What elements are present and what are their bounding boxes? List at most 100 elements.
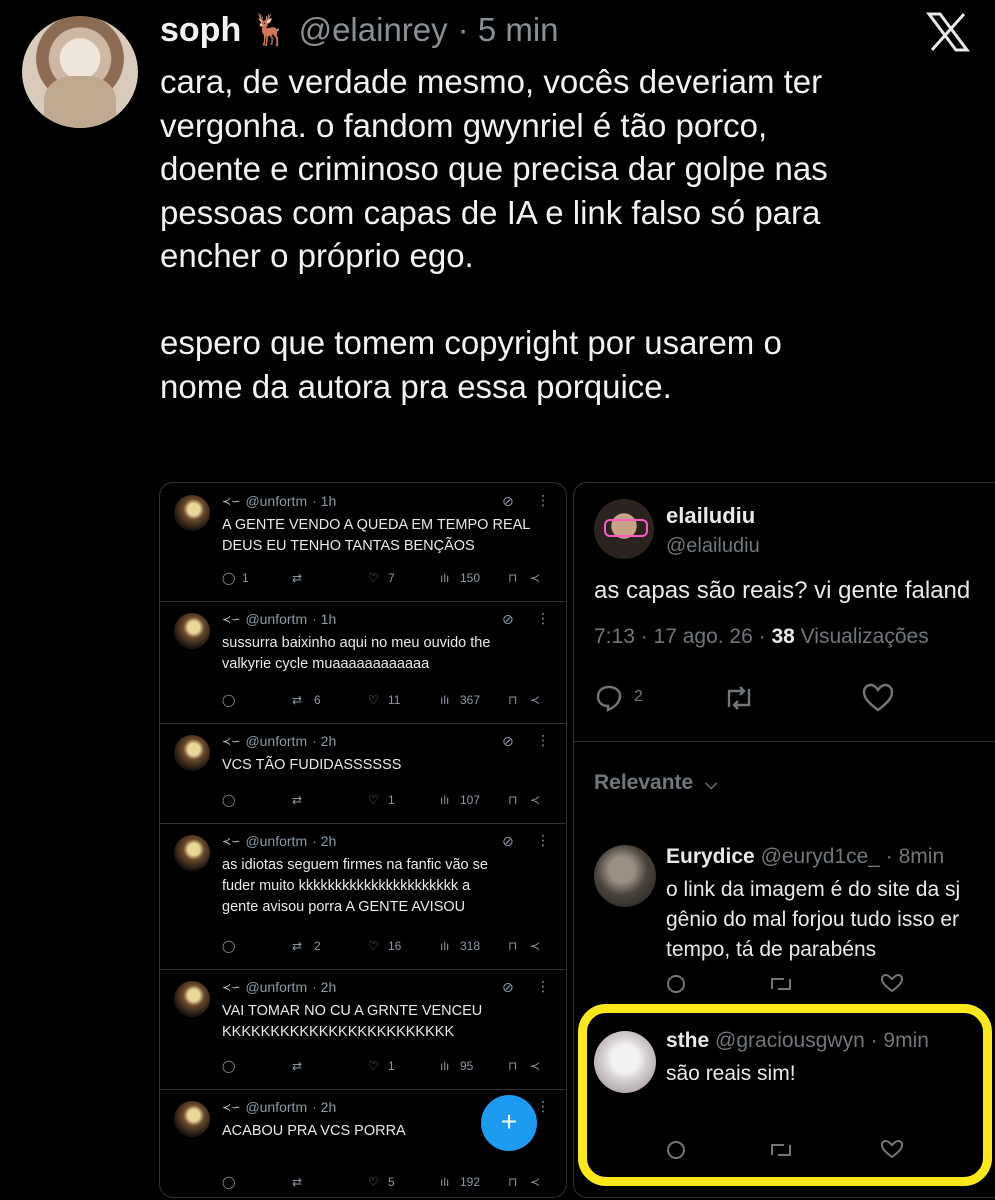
grok-icon[interactable]: ⊘ [502,979,514,996]
more-icon[interactable]: ⋮ [536,492,550,509]
elailudiu-avatar[interactable] [594,499,654,559]
like-icon[interactable]: ♡ [368,793,379,807]
repost-icon[interactable]: ⇄ [292,1175,302,1189]
grok-icon[interactable]: ⊘ [502,833,514,850]
reply-item[interactable]: Eurydice @euryd1ce_ · 8min o link da ima… [574,839,995,999]
bookmark-icon[interactable]: ⊓ [508,693,517,707]
post-actions: 2 [594,683,994,717]
like-icon[interactable]: ♡ [368,693,379,707]
reply-icon[interactable]: ◯ [222,1175,235,1189]
post-author-handle[interactable]: @elailudiu [666,535,760,558]
views-count: 318 [460,939,481,953]
like-icon[interactable]: ♡ [368,571,379,585]
like-icon[interactable]: ♡ [368,939,379,953]
unfortm-avatar[interactable] [174,981,210,1017]
repost-icon[interactable] [722,683,756,713]
more-icon[interactable]: ⋮ [536,610,550,627]
views-icon[interactable]: ılı [440,939,449,953]
more-icon[interactable]: ⋮ [536,978,550,995]
reply-icon[interactable]: ◯ [222,793,235,807]
post-text: as idiotas seguem firmes na fanfic vão s… [222,857,488,915]
like-icon[interactable] [862,683,894,713]
unfortm-avatar[interactable] [174,1101,210,1137]
views-icon[interactable]: ılı [440,693,449,707]
post-text: VAI TOMAR NO CU A GRNTE VENCEU KKKKKKKKK… [222,1003,483,1040]
bookmark-icon[interactable]: ⊓ [508,1175,517,1189]
post-actions: ◯ ⇄ 6 ♡ 11 ılı 367 ⊓ ≺ [222,693,558,713]
views-count: 107 [460,793,481,807]
reply-icon[interactable]: ◯ [222,571,235,585]
author-avatar[interactable] [22,16,138,128]
repost-icon[interactable]: ⇄ [292,1059,302,1073]
views-icon[interactable]: ılı [440,1059,449,1073]
views-icon[interactable]: ılı [440,793,449,807]
unfortm-avatar[interactable] [174,835,210,871]
post-handle[interactable]: @unfortm [245,611,307,627]
sort-dropdown[interactable]: Relevante ⌵ [594,771,717,795]
highlight-circle [578,1004,992,1186]
grok-icon[interactable]: ⊘ [502,611,514,628]
post-handle[interactable]: @unfortm [245,733,307,749]
tweet-time: · 5 min [457,11,559,48]
post-handle[interactable]: @unfortm [245,1099,307,1115]
views-icon[interactable]: ılı [440,571,449,585]
feed-post[interactable]: ≺∽ @unfortm · 2h ⊘ ⋮ VCS TÃO FUDIDASSSSSS ◯ ⇄ ♡ 1… [160,723,566,824]
post-meta: ≺∽ @unfortm · 2h [222,833,336,849]
reply-icon[interactable]: ◯ [222,939,235,953]
repost-count: 6 [314,693,321,707]
unfortm-avatar[interactable] [174,735,210,771]
fish-emoji-icon: ≺∽ [222,1101,241,1114]
more-icon[interactable]: ⋮ [536,1098,550,1115]
grok-icon[interactable]: ⊘ [502,733,514,750]
views-count: 38 [771,625,795,648]
eurydice-avatar[interactable] [594,845,656,907]
feed-post[interactable]: ≺∽ @unfortm · 1h ⊘ ⋮ A GENTE VENDO A QUEDA EM… [160,483,566,602]
share-icon[interactable]: ≺ [530,571,540,585]
share-icon[interactable]: ≺ [530,1175,540,1189]
post-handle[interactable]: @unfortm [245,493,307,509]
reply-icon[interactable]: ◯ [222,693,235,707]
like-icon[interactable]: ♡ [368,1175,379,1189]
feed-post[interactable]: ≺∽ @unfortm · 2h ⊘ ⋮ VAI TOMAR NO CU A GRNTE … [160,969,566,1090]
share-icon[interactable]: ≺ [530,939,540,953]
repost-icon[interactable]: ⇄ [292,571,302,585]
bookmark-icon[interactable]: ⊓ [508,939,517,953]
bookmark-icon[interactable]: ⊓ [508,1059,517,1073]
author-name[interactable]: soph [160,11,241,50]
post-handle[interactable]: @unfortm [245,833,307,849]
bookmark-icon[interactable]: ⊓ [508,571,517,585]
bookmark-icon[interactable]: ⊓ [508,793,517,807]
fish-emoji-icon: ≺∽ [222,495,241,508]
compose-button[interactable]: + [481,1095,537,1151]
post-date: 7:13 · 17 ago. 26 · [594,625,766,648]
post-time: · 2h [312,1099,337,1115]
share-icon[interactable]: ≺ [530,1059,540,1073]
post-actions: ◯ 1 ⇄ ♡ 7 ılı 150 ⊓ ≺ [222,571,558,591]
post-handle[interactable]: @unfortm [245,979,307,995]
reply-author: Eurydice @euryd1ce_ · 8min [666,845,945,868]
unfortm-avatar[interactable] [174,613,210,649]
more-icon[interactable]: ⋮ [536,832,550,849]
repost-icon[interactable]: ⇄ [292,939,302,953]
post-time: · 1h [312,493,337,509]
like-count: 1 [388,1059,395,1073]
share-icon[interactable]: ≺ [530,693,540,707]
more-icon[interactable]: ⋮ [536,732,550,749]
like-count: 11 [388,693,401,707]
views-icon[interactable]: ılı [440,1175,449,1189]
share-icon[interactable]: ≺ [530,793,540,807]
feed-post[interactable]: ≺∽ @unfortm · 2h ⊘ ⋮ as idiotas seguem firmes… [160,823,566,970]
views-count: 150 [460,571,481,585]
author-handle[interactable]: @elainrey [299,11,448,49]
reply-icon[interactable] [594,683,624,713]
post-time: · 2h [312,833,337,849]
repost-icon[interactable]: ⇄ [292,693,302,707]
repost-icon[interactable]: ⇄ [292,793,302,807]
like-icon[interactable]: ♡ [368,1059,379,1073]
post-meta: ≺∽ @unfortm · 2h [222,733,336,749]
unfortm-avatar[interactable] [174,495,210,531]
post-author-name[interactable]: elailudiu [666,503,755,529]
feed-post[interactable]: ≺∽ @unfortm · 1h ⊘ ⋮ sussurra baixinho aqui n… [160,601,566,724]
grok-icon[interactable]: ⊘ [502,493,514,510]
reply-icon[interactable]: ◯ [222,1059,235,1073]
